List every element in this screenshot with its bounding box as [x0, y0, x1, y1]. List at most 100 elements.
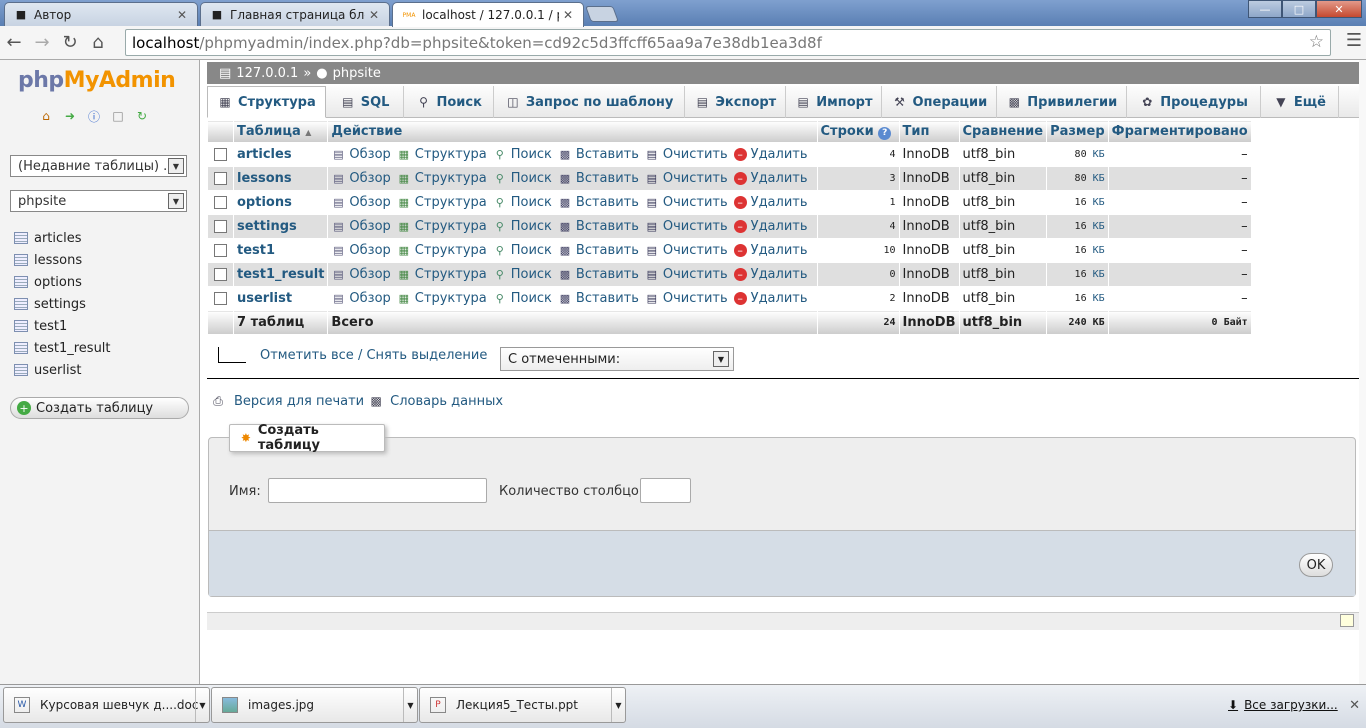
action-empty[interactable]: ▤ Очистить — [645, 147, 728, 162]
action-drop[interactable]: – Удалить — [733, 195, 808, 210]
close-window-icon[interactable]: ✕ — [1316, 0, 1362, 18]
action-insert[interactable]: ▩ Вставить — [558, 219, 639, 234]
print-view-link[interactable]: Версия для печати — [234, 394, 364, 409]
browser-tab-phpmyadmin[interactable]: PMA localhost / 127.0.0.1 / php ✕ — [392, 2, 584, 27]
docs-icon[interactable]: □ — [110, 108, 126, 124]
table-name-link[interactable]: settings — [237, 219, 297, 234]
help-icon[interactable]: ? — [878, 126, 892, 140]
browser-tab-blog[interactable]: ■ Главная страница блока ✕ — [200, 2, 390, 26]
sidebar-item-articles[interactable]: articles — [14, 227, 111, 249]
chevron-down-icon[interactable]: ▼ — [611, 688, 625, 722]
action-empty[interactable]: ▤ Очистить — [645, 171, 728, 186]
action-insert[interactable]: ▩ Вставить — [558, 147, 639, 162]
action-structure[interactable]: ▦ Структура — [397, 267, 487, 282]
table-name-link[interactable]: test1 — [237, 243, 275, 258]
action-insert[interactable]: ▩ Вставить — [558, 291, 639, 306]
action-search[interactable]: ⚲ Поиск — [493, 243, 552, 258]
action-search[interactable]: ⚲ Поиск — [493, 195, 552, 210]
create-table-button[interactable]: + Создать таблицу — [10, 397, 189, 419]
tab-query[interactable]: ◫ Запрос по шаблону — [494, 86, 686, 118]
action-empty[interactable]: ▤ Очистить — [645, 291, 728, 306]
table-name-cell[interactable]: test1_result — [232, 262, 329, 287]
action-browse[interactable]: ▤ Обзор — [331, 147, 391, 162]
row-checkbox[interactable] — [214, 268, 227, 281]
mark-all-link[interactable]: Отметить все / Снять выделение — [260, 348, 487, 363]
tab-more[interactable]: ▼ Ещё — [1261, 86, 1339, 118]
table-name-cell[interactable]: options — [232, 190, 329, 215]
download-item-image[interactable]: images.jpg ▼ — [211, 687, 418, 723]
header-type[interactable]: Тип — [898, 120, 960, 143]
breadcrumb-server[interactable]: 127.0.0.1 — [236, 66, 298, 81]
action-empty[interactable]: ▤ Очистить — [645, 219, 728, 234]
table-name-cell[interactable]: lessons — [232, 166, 329, 191]
with-selected-select[interactable]: С отмеченными: ▼ — [500, 347, 734, 371]
refresh-icon[interactable]: ↻ — [134, 108, 150, 124]
database-select[interactable]: phpsite ▼ — [10, 190, 187, 212]
close-icon[interactable]: ✕ — [1349, 698, 1360, 713]
action-search[interactable]: ⚲ Поиск — [493, 147, 552, 162]
size-cell[interactable]: 16 КБ — [1046, 286, 1109, 311]
reload-icon[interactable]: ↻ — [56, 29, 84, 57]
forward-icon[interactable]: → — [28, 29, 56, 57]
columns-count-input[interactable] — [640, 478, 691, 503]
tab-privileges[interactable]: ▩ Привилегии — [997, 86, 1128, 118]
action-insert[interactable]: ▩ Вставить — [558, 195, 639, 210]
size-cell[interactable]: 16 КБ — [1046, 262, 1109, 287]
action-drop[interactable]: – Удалить — [733, 147, 808, 162]
browser-tab-author[interactable]: ■ Автор ✕ — [4, 2, 198, 26]
action-search[interactable]: ⚲ Поиск — [493, 267, 552, 282]
close-icon[interactable]: ✕ — [563, 8, 575, 22]
header-rows[interactable]: Строки ? — [816, 120, 900, 143]
tab-export[interactable]: ▤ Экспорт — [685, 86, 787, 118]
address-bar[interactable]: localhost/phpmyadmin/index.php?db=phpsit… — [125, 29, 1331, 56]
sidebar-item-userlist[interactable]: userlist — [14, 359, 111, 381]
all-downloads-link[interactable]: ⬇ Все загрузки... — [1228, 698, 1338, 712]
tab-structure[interactable]: ▦ Структура — [207, 86, 326, 118]
download-item-doc[interactable]: W Курсовая шевчук д....doc ▼ — [3, 687, 210, 723]
row-checkbox[interactable] — [214, 220, 227, 233]
action-empty[interactable]: ▤ Очистить — [645, 267, 728, 282]
table-name-input[interactable] — [268, 478, 487, 503]
size-cell[interactable]: 80 КБ — [1046, 166, 1109, 191]
action-search[interactable]: ⚲ Поиск — [493, 291, 552, 306]
download-item-ppt[interactable]: P Лекция5_Тесты.ppt ▼ — [419, 687, 626, 723]
action-insert[interactable]: ▩ Вставить — [558, 243, 639, 258]
back-icon[interactable]: ← — [0, 29, 28, 57]
chevron-down-icon[interactable]: ▼ — [403, 688, 417, 722]
row-checkbox[interactable] — [214, 292, 227, 305]
sidebar-item-lessons[interactable]: lessons — [14, 249, 111, 271]
table-name-link[interactable]: options — [237, 195, 292, 210]
size-cell[interactable]: 16 КБ — [1046, 238, 1109, 263]
new-tab-button[interactable] — [585, 6, 619, 22]
chevron-down-icon[interactable]: ▼ — [195, 688, 209, 722]
action-drop[interactable]: – Удалить — [733, 219, 808, 234]
logout-icon[interactable]: ➜ — [62, 108, 78, 124]
data-dictionary-link[interactable]: Словарь данных — [390, 394, 503, 409]
scrollbar[interactable] — [1359, 60, 1366, 684]
size-cell[interactable]: 16 КБ — [1046, 214, 1109, 239]
action-structure[interactable]: ▦ Структура — [397, 291, 487, 306]
star-icon[interactable]: ☆ — [1309, 32, 1324, 52]
action-insert[interactable]: ▩ Вставить — [558, 267, 639, 282]
header-overhead[interactable]: Фрагментировано — [1107, 120, 1252, 143]
sidebar-item-options[interactable]: options — [14, 271, 111, 293]
breadcrumb-database[interactable]: phpsite — [333, 66, 381, 81]
size-cell[interactable]: 16 КБ — [1046, 190, 1109, 215]
action-empty[interactable]: ▤ Очистить — [645, 243, 728, 258]
tab-sql[interactable]: ▤ SQL — [326, 86, 405, 118]
action-structure[interactable]: ▦ Структура — [397, 195, 487, 210]
action-browse[interactable]: ▤ Обзор — [331, 195, 391, 210]
row-checkbox[interactable] — [214, 148, 227, 161]
table-name-link[interactable]: lessons — [237, 171, 292, 186]
action-browse[interactable]: ▤ Обзор — [331, 243, 391, 258]
close-icon[interactable]: ✕ — [177, 8, 189, 22]
action-browse[interactable]: ▤ Обзор — [331, 267, 391, 282]
sidebar-item-settings[interactable]: settings — [14, 293, 111, 315]
table-name-link[interactable]: userlist — [237, 291, 292, 306]
tab-operations[interactable]: ⚒ Операции — [882, 86, 998, 118]
action-browse[interactable]: ▤ Обзор — [331, 291, 391, 306]
action-browse[interactable]: ▤ Обзор — [331, 219, 391, 234]
table-name-link[interactable]: articles — [237, 147, 292, 162]
row-checkbox[interactable] — [214, 244, 227, 257]
header-table[interactable]: Таблица ▲ — [232, 120, 329, 143]
